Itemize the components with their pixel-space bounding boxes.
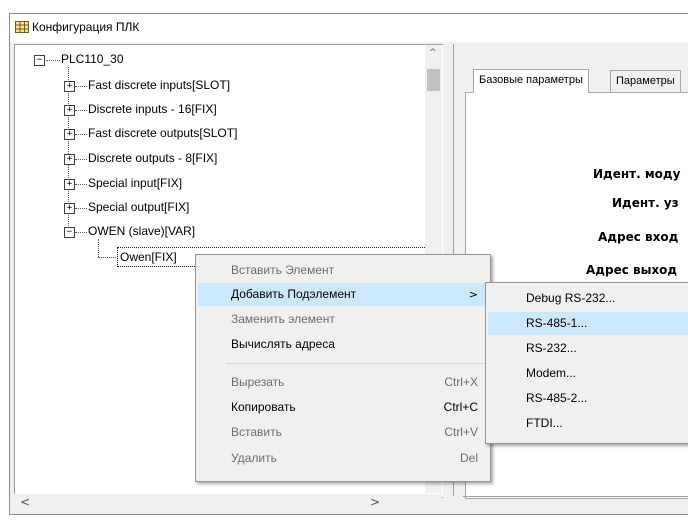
submenu-rs485-2[interactable]: RS-485-2... (488, 387, 688, 410)
tab-base-params[interactable]: Базовые параметры (473, 69, 589, 93)
menu-copy[interactable]: Копировать Ctrl+C (198, 396, 488, 419)
menu-calc-addresses[interactable]: Вычислять адреса (198, 333, 488, 356)
tree-item-special-output[interactable]: Special output[FIX] (88, 200, 189, 214)
tab-params[interactable]: Параметры (610, 70, 681, 92)
expand-icon[interactable]: + (64, 105, 75, 116)
scroll-left-icon[interactable]: < (20, 495, 30, 509)
tree-root-plc[interactable]: PLC110_30 (61, 52, 124, 66)
menu-paste[interactable]: Вставить Ctrl+V (198, 421, 488, 444)
expand-icon[interactable]: + (64, 81, 75, 92)
add-subelement-submenu: Debug RS-232... RS-485-1... RS-232... Mo… (485, 282, 688, 444)
plc-config-window: Конфигурация ПЛК − PLC110_30 + Fast disc… (0, 0, 688, 522)
module-id-label: Идент. моду (593, 167, 681, 181)
menu-replace-element[interactable]: Заменить элемент (198, 308, 488, 331)
panel-bottom-border (463, 496, 688, 497)
menu-cut[interactable]: Вырезать Ctrl+X (198, 371, 488, 394)
expand-icon[interactable]: + (64, 179, 75, 190)
submenu-rs485-1[interactable]: RS-485-1... (488, 312, 688, 335)
output-address-label: Адрес выход (586, 263, 678, 277)
node-id-label: Идент. уз (612, 196, 679, 210)
scroll-right-icon[interactable]: > (370, 495, 380, 509)
tree-item-discrete-outputs[interactable]: Discrete outputs - 8[FIX] (88, 151, 217, 165)
submenu-modem[interactable]: Modem... (488, 362, 688, 385)
context-menu: Вставить Элемент Добавить Подэлемент > З… (195, 254, 491, 482)
tree-horizontal-scrollbar[interactable]: < > (14, 494, 442, 511)
window-title: Конфигурация ПЛК (32, 20, 140, 34)
plc-config-icon (15, 21, 29, 33)
expand-icon[interactable]: + (64, 129, 75, 140)
expand-icon[interactable]: + (64, 203, 75, 214)
tree-item-fast-discrete-inputs[interactable]: Fast discrete inputs[SLOT] (88, 78, 230, 92)
tree-item-special-input[interactable]: Special input[FIX] (88, 176, 182, 190)
tree-item-owen-slave[interactable]: OWEN (slave)[VAR] (88, 224, 195, 238)
collapse-icon[interactable]: − (64, 227, 75, 238)
menu-insert-element[interactable]: Вставить Элемент (198, 259, 488, 282)
tree-item-fast-discrete-outputs[interactable]: Fast discrete outputs[SLOT] (88, 126, 237, 140)
expand-icon[interactable]: + (64, 154, 75, 165)
menu-separator (226, 363, 484, 364)
submenu-ftdi[interactable]: FTDI... (488, 412, 688, 435)
input-address-label: Адрес вход (598, 230, 679, 244)
title-bar: Конфигурация ПЛК (10, 14, 688, 42)
tree-item-discrete-inputs[interactable]: Discrete inputs - 16[FIX] (88, 102, 217, 116)
menu-delete[interactable]: Удалить Del (198, 447, 488, 470)
menu-add-subelement[interactable]: Добавить Подэлемент > (198, 283, 488, 306)
submenu-debug-rs232[interactable]: Debug RS-232... (488, 287, 688, 310)
scroll-up-icon[interactable]: ^ (429, 48, 437, 58)
submenu-arrow-icon: > (468, 288, 478, 301)
collapse-icon[interactable]: − (34, 55, 45, 66)
scroll-thumb[interactable] (427, 69, 440, 91)
submenu-rs232[interactable]: RS-232... (488, 337, 688, 360)
